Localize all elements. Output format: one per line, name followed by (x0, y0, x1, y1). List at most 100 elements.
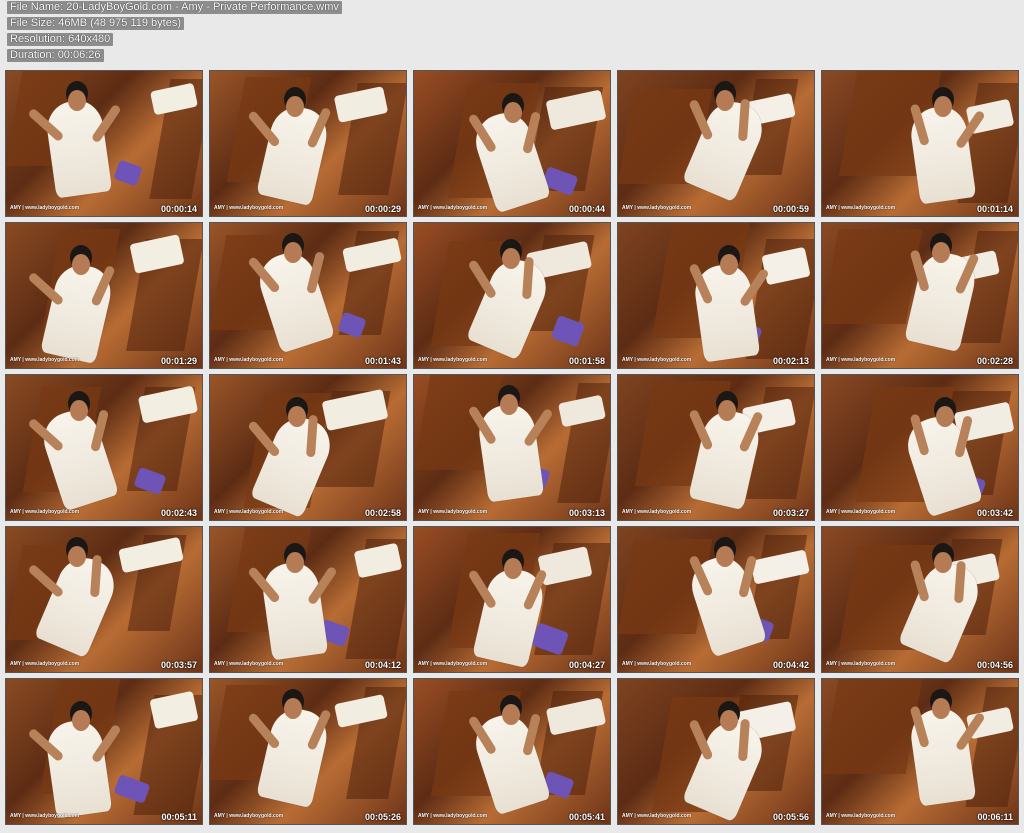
performer-head (934, 552, 952, 573)
thumbnail-frame: AMY | www.ladyboygold.com 00:05:11 (5, 678, 203, 825)
thumbnail-frame: AMY | www.ladyboygold.com 00:03:42 (821, 374, 1019, 521)
performer-head (286, 96, 304, 117)
wood-panel (822, 679, 923, 774)
timestamp-label: 00:00:29 (364, 204, 401, 214)
timestamp-label: 00:03:13 (568, 508, 605, 518)
thumbnail-frame: AMY | www.ladyboygold.com 00:03:27 (617, 374, 815, 521)
performer-head (68, 90, 86, 111)
watermark-text: AMY | www.ladyboygold.com (10, 357, 80, 363)
timestamp-label: 00:01:58 (568, 356, 605, 366)
timestamp-label: 00:02:58 (364, 508, 401, 518)
timestamp-label: 00:04:12 (364, 660, 401, 670)
performer-head (72, 710, 90, 731)
thumbnail-frame: AMY | www.ladyboygold.com 00:03:13 (413, 374, 611, 521)
thumbnail-frame: AMY | www.ladyboygold.com 00:02:28 (821, 222, 1019, 369)
watermark-text: AMY | www.ladyboygold.com (10, 509, 80, 515)
performer-head (500, 394, 518, 415)
performer-head (716, 546, 734, 567)
thumbnail-frame: AMY | www.ladyboygold.com 00:03:57 (5, 526, 203, 673)
performer-head (932, 242, 950, 263)
watermark-text: AMY | www.ladyboygold.com (622, 661, 692, 667)
performer-head (70, 400, 88, 421)
thumbnail-frame: AMY | www.ladyboygold.com 00:00:44 (413, 70, 611, 217)
thumbnail-frame: AMY | www.ladyboygold.com 00:04:56 (821, 526, 1019, 673)
watermark-text: AMY | www.ladyboygold.com (214, 813, 284, 819)
watermark-text: AMY | www.ladyboygold.com (214, 357, 284, 363)
thumbnail-frame: AMY | www.ladyboygold.com 00:05:41 (413, 678, 611, 825)
performer-head (932, 698, 950, 719)
timestamp-label: 00:05:56 (772, 812, 809, 822)
timestamp-label: 00:04:27 (568, 660, 605, 670)
timestamp-label: 00:02:43 (160, 508, 197, 518)
thumbnail-frame: AMY | www.ladyboygold.com 00:01:58 (413, 222, 611, 369)
timestamp-label: 00:01:14 (976, 204, 1013, 214)
thumbnail-frame: AMY | www.ladyboygold.com 00:01:14 (821, 70, 1019, 217)
thumbnail-frame: AMY | www.ladyboygold.com 00:01:43 (209, 222, 407, 369)
performer-head (934, 96, 952, 117)
file-size-label: File Size: 46MB (48 975 119 bytes) (7, 17, 184, 30)
thumbnail-frame: AMY | www.ladyboygold.com 00:06:11 (821, 678, 1019, 825)
timestamp-label: 00:01:43 (364, 356, 401, 366)
thumbnail-frame: AMY | www.ladyboygold.com 00:00:29 (209, 70, 407, 217)
performer-head (502, 704, 520, 725)
timestamp-label: 00:04:56 (976, 660, 1013, 670)
file-name-label: File Name: 20-LadyBoyGold.com - Amy - Pr… (7, 1, 342, 14)
watermark-text: AMY | www.ladyboygold.com (622, 205, 692, 211)
thumbnail-frame: AMY | www.ladyboygold.com 00:02:43 (5, 374, 203, 521)
timestamp-label: 00:00:59 (772, 204, 809, 214)
timestamp-label: 00:05:11 (161, 812, 197, 822)
thumbnail-frame: AMY | www.ladyboygold.com 00:04:12 (209, 526, 407, 673)
timestamp-label: 00:05:41 (568, 812, 605, 822)
performer-head (72, 254, 90, 275)
watermark-text: AMY | www.ladyboygold.com (10, 205, 80, 211)
watermark-text: AMY | www.ladyboygold.com (826, 509, 896, 515)
performer-head (720, 254, 738, 275)
watermark-text: AMY | www.ladyboygold.com (10, 661, 80, 667)
watermark-text: AMY | www.ladyboygold.com (826, 813, 896, 819)
timestamp-label: 00:03:27 (772, 508, 809, 518)
timestamp-label: 00:05:26 (364, 812, 401, 822)
timestamp-label: 00:06:11 (977, 812, 1013, 822)
performer-head (720, 710, 738, 731)
thumbnail-frame: AMY | www.ladyboygold.com 00:05:26 (209, 678, 407, 825)
duration-label: Duration: 00:06:26 (7, 49, 104, 62)
performer-head (716, 90, 734, 111)
performer-head (284, 698, 302, 719)
timestamp-label: 00:00:14 (160, 204, 197, 214)
performer-head (68, 546, 86, 567)
timestamp-label: 00:03:57 (160, 660, 197, 670)
watermark-text: AMY | www.ladyboygold.com (826, 357, 896, 363)
watermark-text: AMY | www.ladyboygold.com (418, 357, 488, 363)
performer-head (504, 102, 522, 123)
file-info: File Name: 20-LadyBoyGold.com - Amy - Pr… (7, 1, 342, 65)
timestamp-label: 00:02:28 (976, 356, 1013, 366)
resolution-label: Resolution: 640x480 (7, 33, 114, 46)
timestamp-label: 00:02:13 (772, 356, 809, 366)
watermark-text: AMY | www.ladyboygold.com (214, 509, 284, 515)
performer-head (284, 242, 302, 263)
wood-panel (822, 229, 923, 324)
performer-head (936, 406, 954, 427)
thumbnail-frame: AMY | www.ladyboygold.com 00:00:59 (617, 70, 815, 217)
thumbnail-frame: AMY | www.ladyboygold.com 00:05:56 (617, 678, 815, 825)
thumbnail-grid: AMY | www.ladyboygold.com 00:00:14 AMY | w… (5, 70, 1019, 825)
watermark-text: AMY | www.ladyboygold.com (214, 661, 284, 667)
thumbnail-frame: AMY | www.ladyboygold.com 00:02:13 (617, 222, 815, 369)
watermark-text: AMY | www.ladyboygold.com (622, 813, 692, 819)
performer-head (504, 558, 522, 579)
thumbnail-frame: AMY | www.ladyboygold.com 00:04:27 (413, 526, 611, 673)
watermark-text: AMY | www.ladyboygold.com (418, 813, 488, 819)
timestamp-label: 00:01:29 (160, 356, 197, 366)
performer-head (288, 406, 306, 427)
performer-head (718, 400, 736, 421)
watermark-text: AMY | www.ladyboygold.com (622, 509, 692, 515)
thumbnail-frame: AMY | www.ladyboygold.com 00:01:29 (5, 222, 203, 369)
performer-head (502, 248, 520, 269)
timestamp-label: 00:04:42 (772, 660, 809, 670)
performer-head (286, 552, 304, 573)
timestamp-label: 00:03:42 (976, 508, 1013, 518)
watermark-text: AMY | www.ladyboygold.com (826, 661, 896, 667)
watermark-text: AMY | www.ladyboygold.com (418, 205, 488, 211)
watermark-text: AMY | www.ladyboygold.com (418, 661, 488, 667)
timestamp-label: 00:00:44 (568, 204, 605, 214)
